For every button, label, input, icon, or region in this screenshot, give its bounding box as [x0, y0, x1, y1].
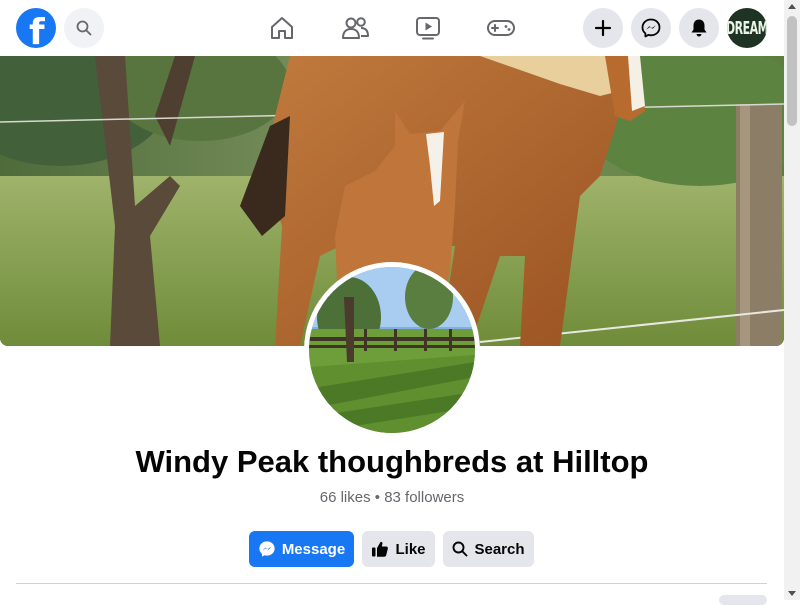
- search-icon: [453, 541, 468, 557]
- message-button-label: Message: [281, 540, 346, 558]
- watch-icon: [416, 17, 440, 40]
- message-button[interactable]: Message: [249, 531, 354, 567]
- section-divider: [16, 583, 767, 584]
- profile-picture[interactable]: [304, 262, 480, 438]
- create-button[interactable]: [583, 8, 623, 48]
- vertical-scrollbar[interactable]: [784, 0, 800, 600]
- like-button-label: Like: [395, 540, 426, 558]
- watch-tab[interactable]: [412, 12, 444, 44]
- messenger-button[interactable]: [631, 8, 671, 48]
- messenger-icon: [259, 541, 275, 557]
- likes-followers-count: 66 likes • 83 followers: [319, 489, 465, 506]
- more-options-button[interactable]: [719, 595, 767, 605]
- notifications-bell-icon: [691, 19, 707, 37]
- gaming-tab[interactable]: [485, 12, 517, 44]
- plus-icon: [594, 19, 612, 37]
- search-icon: [76, 20, 92, 36]
- search-button-label: Search: [474, 540, 525, 558]
- facebook-logo[interactable]: f: [16, 8, 56, 48]
- gaming-icon: [487, 20, 515, 36]
- avatar-label: DREAM: [727, 17, 767, 39]
- like-button[interactable]: Like: [362, 531, 435, 567]
- profile-picture-image: [309, 267, 475, 433]
- messenger-icon: [641, 18, 661, 38]
- account-avatar[interactable]: DREAM: [727, 8, 767, 48]
- thumbs-up-icon: [372, 541, 389, 557]
- scroll-up-arrow-icon[interactable]: [788, 4, 796, 9]
- facebook-logo-letter: f: [29, 12, 45, 48]
- home-icon: [271, 17, 293, 39]
- home-tab[interactable]: [266, 12, 298, 44]
- scrollbar-thumb[interactable]: [787, 16, 797, 126]
- page-title: Windy Peak thoughbreds at Hilltop: [135, 444, 649, 479]
- friends-icon: [342, 17, 369, 39]
- top-navigation-bar: f DREAM: [0, 0, 784, 56]
- search-button[interactable]: [64, 8, 104, 48]
- notifications-button[interactable]: [679, 8, 719, 48]
- friends-tab[interactable]: [339, 12, 371, 44]
- page-search-button[interactable]: Search: [443, 531, 534, 567]
- scroll-down-arrow-icon[interactable]: [788, 591, 796, 596]
